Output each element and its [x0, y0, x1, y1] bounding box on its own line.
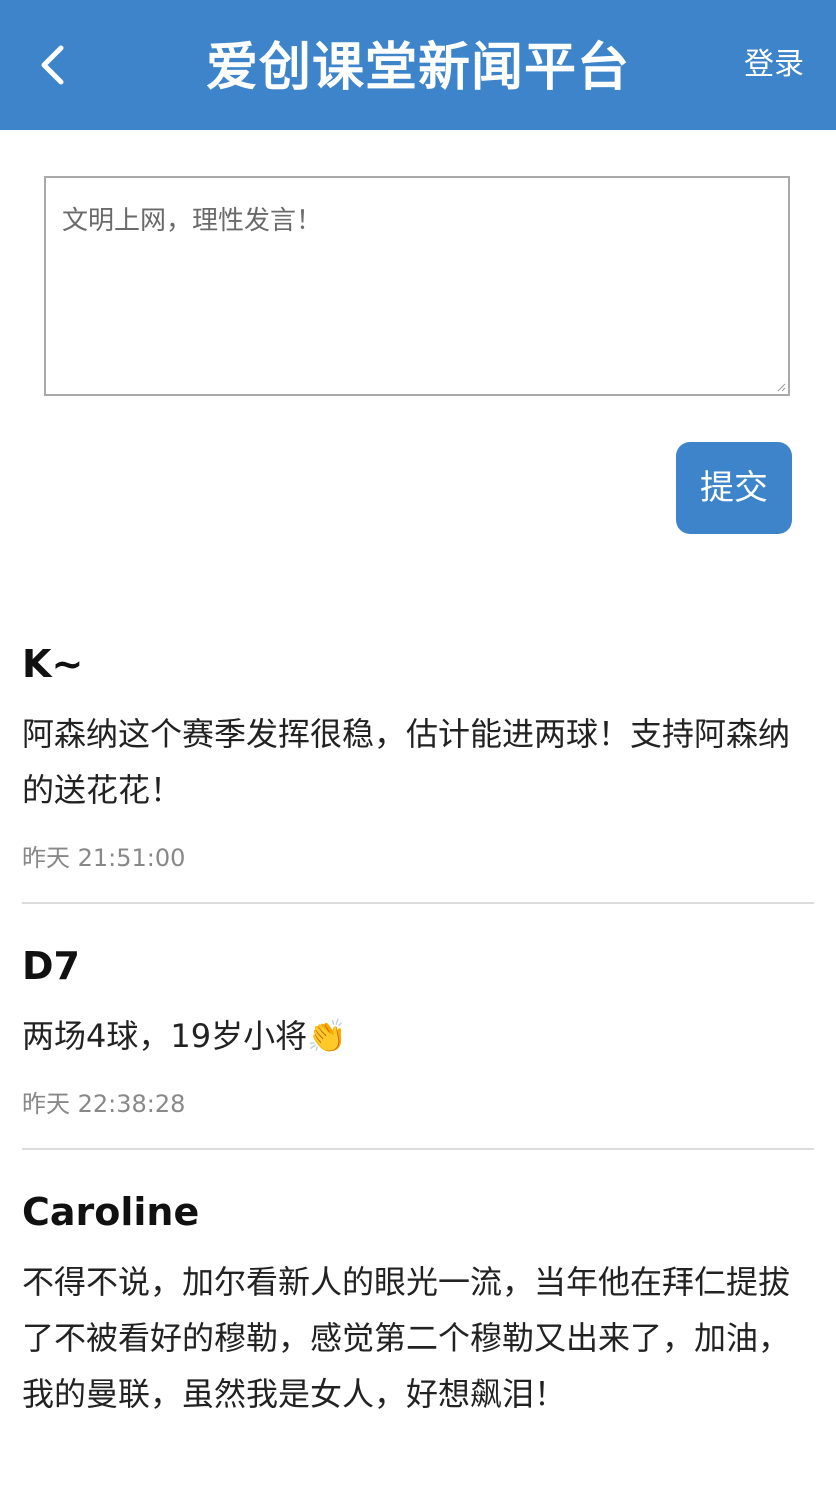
app-header: 爱创课堂新闻平台 登录	[0, 0, 836, 130]
comment-list: K~ 阿森纳这个赛季发挥很稳，估计能进两球！支持阿森纳的送花花！ 昨天 21:5…	[22, 636, 814, 1500]
comment-time: 昨天 21:51:00	[22, 844, 186, 872]
submit-button[interactable]: 提交	[676, 442, 792, 534]
comment-content: 阿森纳这个赛季发挥很稳，估计能进两球！支持阿森纳的送花花！	[22, 715, 791, 809]
comment-item: D7 两场4球，19岁小将👏 昨天 22:38:28	[22, 938, 814, 1150]
comment-author: K~	[22, 642, 84, 686]
login-link[interactable]: 登录	[744, 44, 804, 86]
page-title: 爱创课堂新闻平台	[205, 38, 630, 98]
resize-grip-icon[interactable]	[776, 382, 786, 392]
comment-item: K~ 阿森纳这个赛季发挥很稳，估计能进两球！支持阿森纳的送花花！ 昨天 21:5…	[22, 636, 814, 904]
comment-author: Caroline	[22, 1190, 200, 1234]
comment-content: 不得不说，加尔看新人的眼光一流，当年他在拜仁提拔了不被看好的穆勒，感觉第二个穆勒…	[22, 1263, 791, 1413]
comment-author: D7	[22, 944, 80, 988]
comment-input[interactable]	[44, 176, 790, 396]
comment-time: 昨天 22:38:28	[22, 1090, 186, 1118]
comment-content: 两场4球，19岁小将👏	[22, 1017, 347, 1055]
comment-item: Caroline 不得不说，加尔看新人的眼光一流，当年他在拜仁提拔了不被看好的穆…	[22, 1184, 814, 1466]
